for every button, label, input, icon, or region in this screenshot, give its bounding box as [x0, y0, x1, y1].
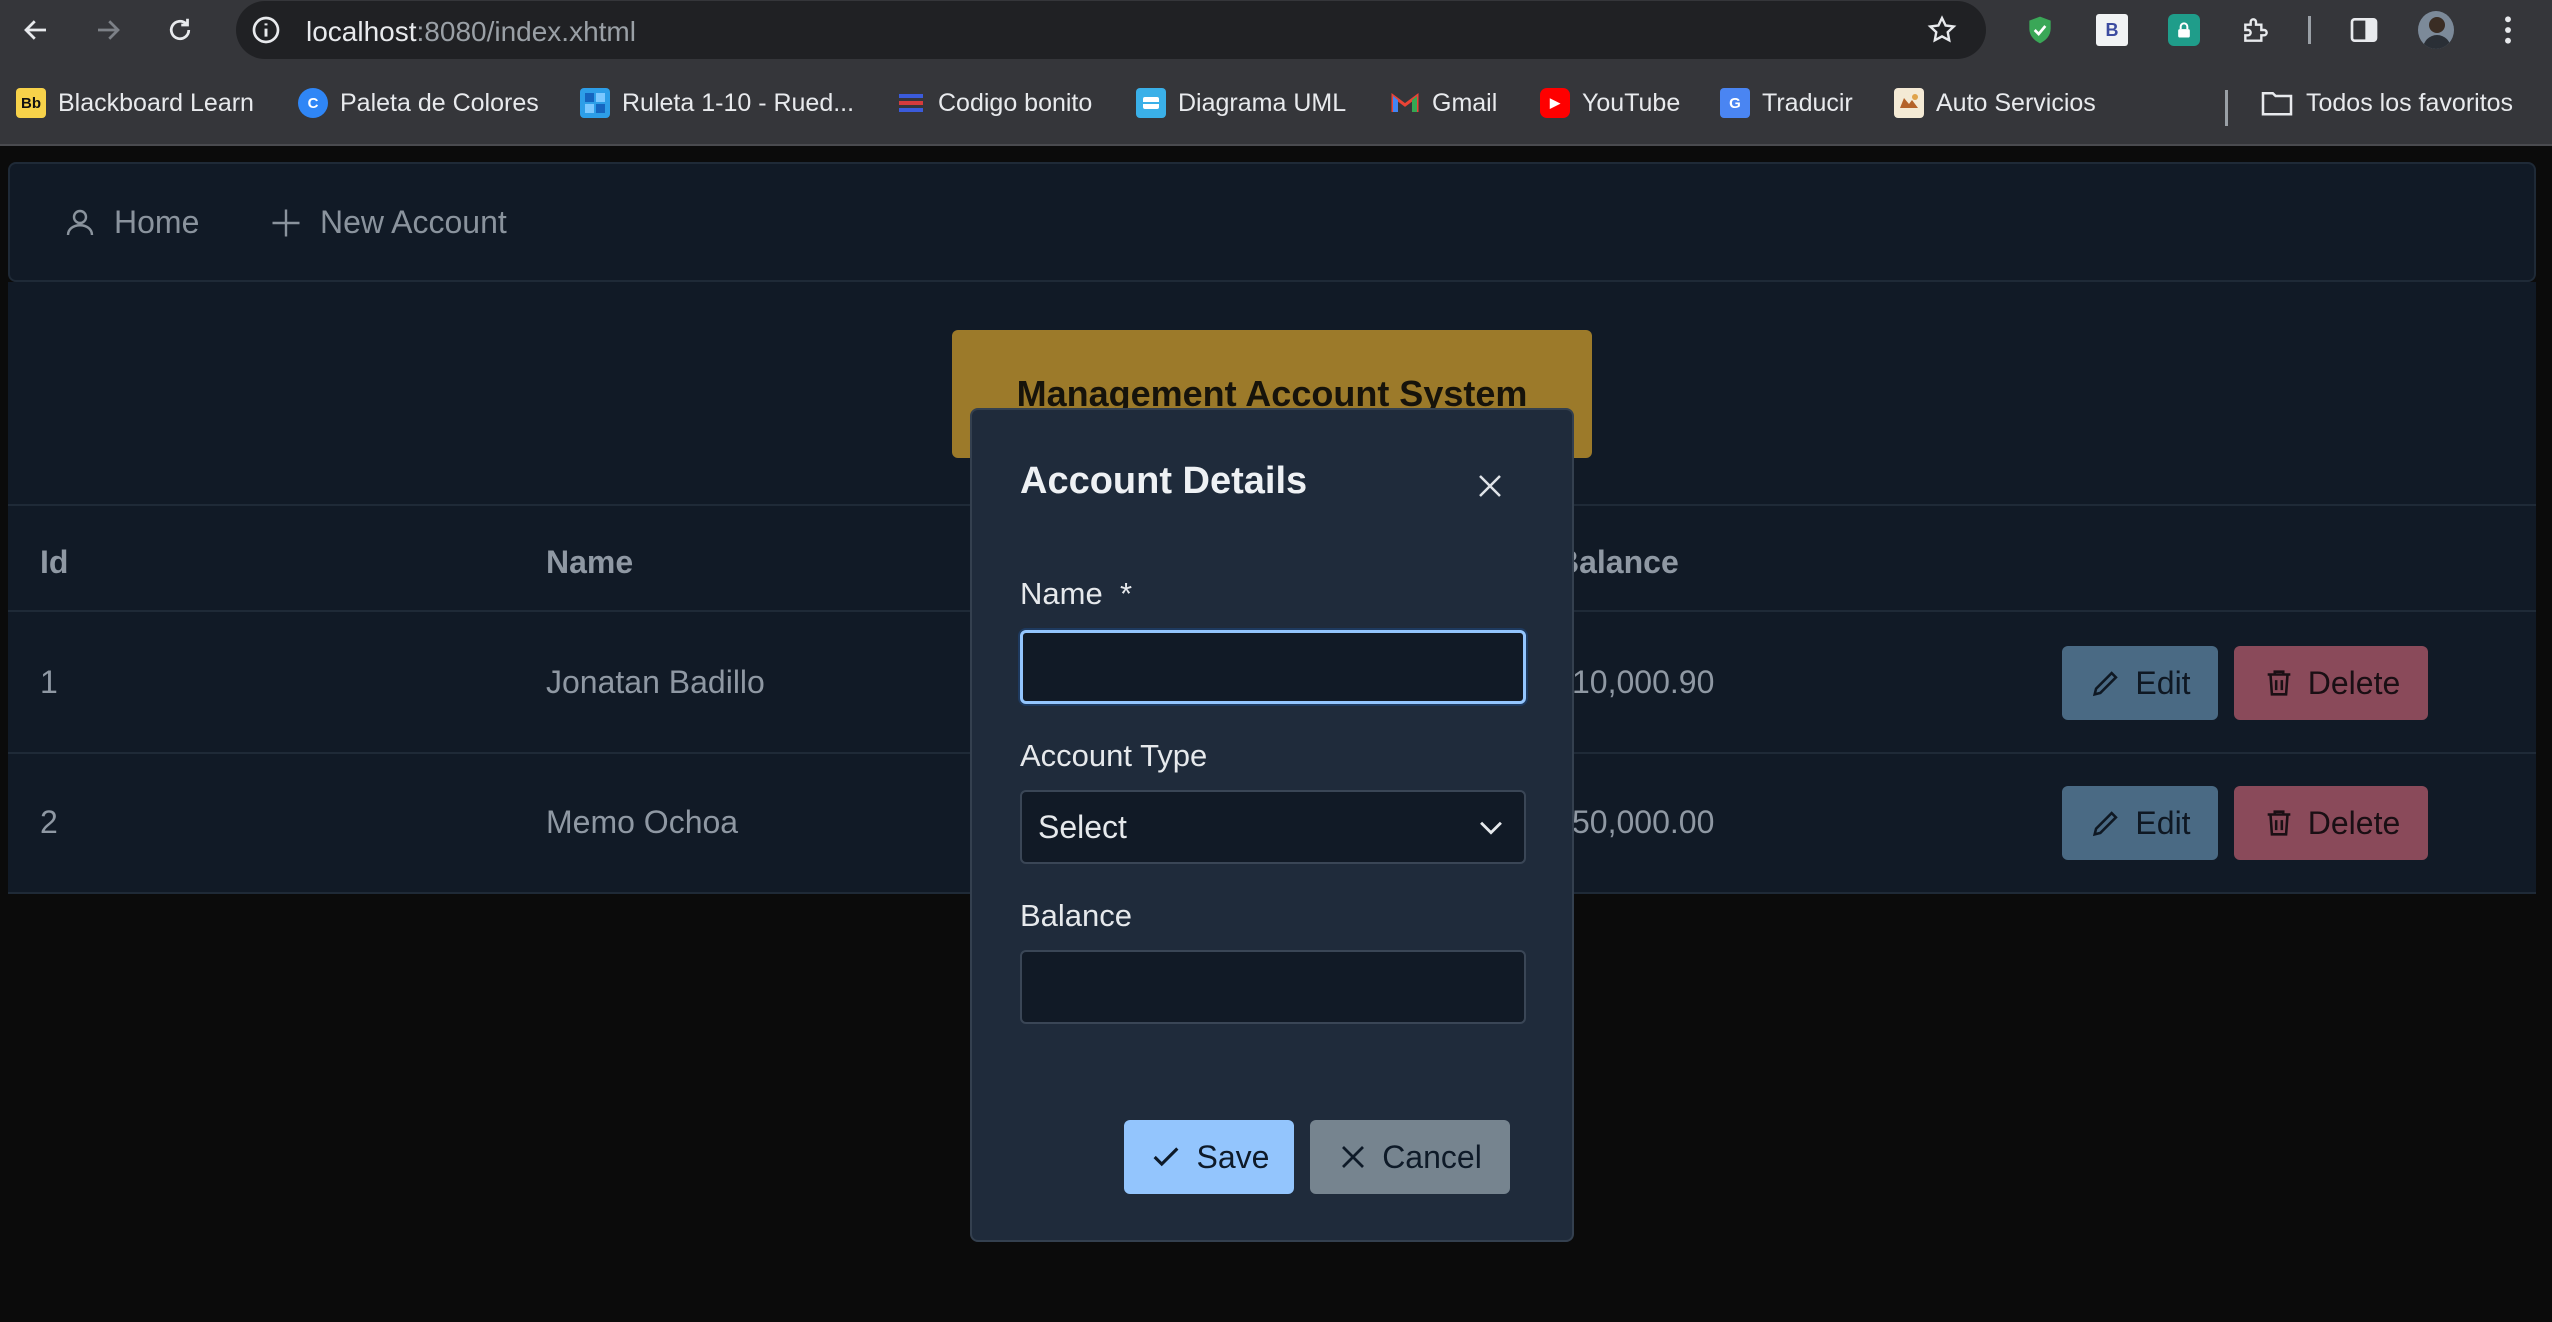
name-label: Name *: [1020, 576, 1133, 611]
save-button[interactable]: Save: [1124, 1120, 1294, 1194]
reload-button[interactable]: [160, 12, 200, 48]
account-details-dialog: Account Details Name * Account Type Sele…: [970, 408, 1574, 1242]
blackboard-icon: Bb: [16, 88, 46, 118]
chevron-down-icon: [1480, 821, 1502, 835]
close-icon: [1479, 475, 1501, 497]
menu-item-new-account[interactable]: New Account: [268, 204, 507, 241]
dialog-close-button[interactable]: [1470, 466, 1510, 506]
check-icon: [1153, 1147, 1178, 1167]
account-type-value: Select: [1038, 808, 1127, 845]
bookmark-item[interactable]: C Paleta de Colores: [298, 87, 539, 119]
balance-input[interactable]: [1020, 950, 1526, 1024]
wheel-icon: [580, 88, 610, 118]
column-header-balance: Balance: [1556, 544, 1679, 580]
url-text: localhost:8080/index.xhtml: [306, 16, 636, 47]
plus-icon: [272, 209, 300, 236]
toolbar-divider: [2308, 16, 2311, 44]
app-menubar: Home New Account: [8, 162, 2536, 282]
bookmark-item[interactable]: Auto Servicios: [1894, 87, 2096, 119]
bookmark-item[interactable]: ▶ YouTube: [1540, 87, 1680, 119]
folder-icon: [2261, 91, 2293, 116]
bookmark-item[interactable]: Codigo bonito: [896, 87, 1092, 119]
gmail-icon: [1390, 88, 1420, 118]
pencil-icon: [2093, 811, 2119, 837]
b-extension-icon[interactable]: B: [2094, 12, 2130, 48]
balance-label: Balance: [1020, 898, 1133, 933]
delete-button[interactable]: Delete: [2234, 646, 2428, 720]
account-type-select[interactable]: Select: [1020, 790, 1526, 864]
user-icon: [66, 209, 94, 235]
translate-icon: G: [1720, 88, 1750, 118]
bookmarks-divider: [2225, 90, 2228, 126]
uml-icon: [1136, 88, 1166, 118]
cell-id: 2: [40, 804, 58, 840]
delete-button[interactable]: Delete: [2234, 786, 2428, 860]
column-header-id: Id: [40, 544, 69, 580]
reload-icon: [169, 18, 191, 41]
shield-extension-icon[interactable]: [2022, 12, 2058, 48]
close-icon: [1342, 1146, 1365, 1168]
menu-item-home[interactable]: Home: [62, 204, 199, 241]
extensions-puzzle-icon[interactable]: [2238, 12, 2274, 48]
column-header-name: Name: [546, 544, 634, 580]
cell-balance: 10,000.90: [1572, 664, 1715, 700]
address-bar[interactable]: localhost:8080/index.xhtml: [236, 1, 1986, 59]
cell-name: Memo Ochoa: [546, 804, 739, 840]
menu-home-label: Home: [114, 204, 200, 240]
bookmark-item[interactable]: G Traducir: [1720, 87, 1853, 119]
auto-icon: [1894, 88, 1924, 118]
cell-id: 1: [40, 664, 58, 700]
arrow-right-icon: [98, 20, 120, 40]
site-info-icon[interactable]: [250, 14, 282, 46]
profile-avatar[interactable]: [2418, 11, 2454, 49]
dialog-title: Account Details: [1020, 460, 1308, 502]
menu-new-account-label: New Account: [320, 204, 507, 240]
pencil-icon: [2093, 671, 2119, 697]
cell-name: Jonatan Badillo: [546, 664, 765, 700]
trash-icon: [2267, 670, 2291, 696]
back-button[interactable]: [16, 12, 56, 48]
name-input[interactable]: [1020, 630, 1526, 704]
code-icon: [896, 88, 926, 118]
trash-icon: [2267, 810, 2291, 836]
forward-button[interactable]: [88, 12, 128, 48]
bookmarks-bar: Bb Blackboard Learn C Paleta de Colores …: [0, 60, 2552, 146]
arrow-left-icon: [24, 20, 46, 40]
side-panel-icon[interactable]: [2346, 12, 2382, 48]
browser-menu-icon[interactable]: [2490, 12, 2526, 48]
account-type-label: Account Type: [1020, 738, 1208, 773]
bookmark-item[interactable]: Diagrama UML: [1136, 87, 1346, 119]
bookmark-item[interactable]: Bb Blackboard Learn: [16, 87, 254, 119]
cell-balance: 50,000.00: [1572, 804, 1715, 840]
palette-icon: C: [298, 88, 328, 118]
edit-button[interactable]: Edit: [2062, 646, 2218, 720]
cancel-button[interactable]: Cancel: [1310, 1120, 1510, 1194]
bookmark-item[interactable]: Ruleta 1-10 - Rued...: [580, 87, 854, 119]
bookmark-star-icon[interactable]: [1926, 14, 1958, 46]
edit-button[interactable]: Edit: [2062, 786, 2218, 860]
bookmark-item[interactable]: Gmail: [1390, 87, 1497, 119]
required-mark: *: [1119, 576, 1133, 611]
lock-extension-icon[interactable]: [2166, 12, 2202, 48]
youtube-icon: ▶: [1540, 88, 1570, 118]
all-bookmarks-folder[interactable]: Todos los favoritos: [2260, 87, 2513, 119]
browser-toolbar: localhost:8080/index.xhtml B: [0, 0, 2552, 60]
